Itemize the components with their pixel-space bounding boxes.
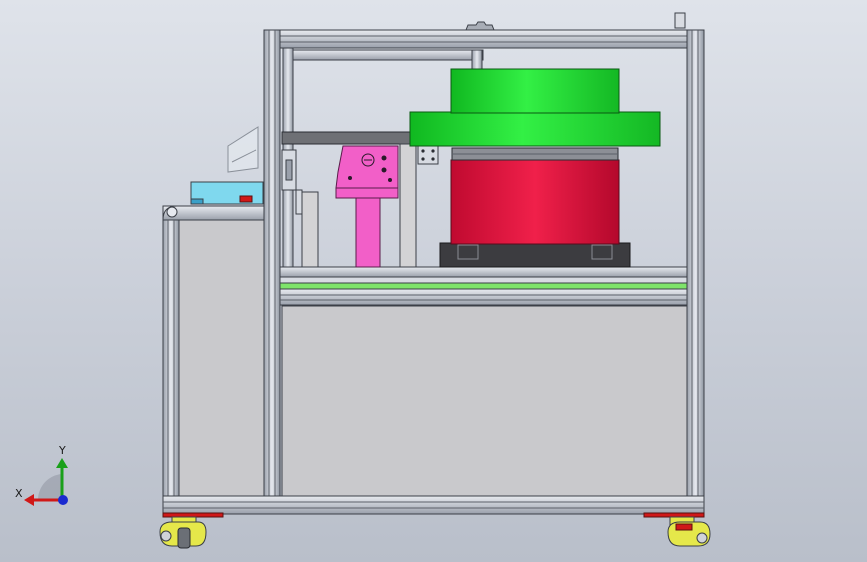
caster-right bbox=[667, 516, 711, 547]
guard-panel bbox=[227, 126, 259, 173]
mount-plate bbox=[417, 145, 439, 165]
top-beam bbox=[263, 29, 705, 49]
left-post bbox=[263, 29, 281, 499]
lifting-eye bbox=[465, 21, 495, 31]
caster-left bbox=[159, 516, 207, 549]
vibratory-bowl bbox=[409, 68, 661, 268]
x-axis-label: X bbox=[15, 487, 23, 500]
right-post bbox=[686, 29, 705, 499]
machine-drawing bbox=[24, 12, 711, 549]
stand-post-right bbox=[399, 143, 417, 268]
deck bbox=[279, 266, 688, 306]
pink-bracket bbox=[335, 145, 399, 268]
control-box bbox=[190, 181, 264, 205]
bottom-beam bbox=[162, 495, 705, 518]
cad-viewport[interactable]: Y X bbox=[0, 0, 867, 562]
stand-post-left bbox=[301, 191, 319, 268]
emergency-stop-button bbox=[239, 195, 253, 203]
side-annex bbox=[162, 205, 265, 499]
z-axis-dot bbox=[58, 495, 68, 505]
lower-cabinet-panel bbox=[281, 305, 688, 497]
green-rail bbox=[279, 282, 688, 290]
top-sensor bbox=[674, 12, 686, 29]
y-axis-label: Y bbox=[59, 444, 66, 457]
coordinate-triad bbox=[24, 458, 68, 506]
